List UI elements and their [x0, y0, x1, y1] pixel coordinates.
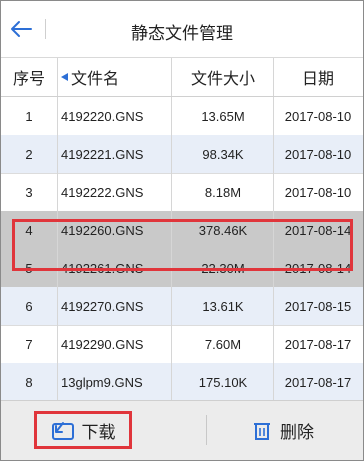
download-icon: [51, 422, 74, 440]
cell-index: 5: [25, 260, 33, 276]
table-row[interactable]: 4 4192260.GNS 378.46K 2017-08-14: [1, 211, 363, 250]
cell-date: 2017-08-14: [284, 260, 352, 276]
column-divider: [171, 287, 172, 325]
sort-arrow-icon: [61, 73, 68, 81]
cell-file-name: 4192220.GNS: [61, 108, 144, 124]
cell-file-size: 378.46K: [198, 222, 248, 238]
cell-index: 3: [25, 184, 33, 200]
column-header-date: 日期: [301, 71, 334, 88]
cell-file-size: 98.34K: [202, 146, 244, 162]
cell-index: 2: [25, 146, 33, 162]
table-row[interactable]: 6 4192270.GNS 13.61K 2017-08-15: [1, 287, 363, 326]
cell-date: 2017-08-10: [284, 108, 352, 124]
delete-button[interactable]: 删除: [251, 411, 331, 449]
cell-date: 2017-08-15: [284, 298, 352, 314]
bottom-toolbar: 下载 删除: [1, 400, 363, 460]
column-header-size: 文件大小: [190, 71, 255, 88]
cell-index: 1: [25, 108, 33, 124]
column-header-name-label: 文件名: [71, 71, 120, 88]
table-header: 序号 文件名 文件大小 日期: [1, 58, 363, 97]
file-table-body: 1 4192220.GNS 13.65M 2017-08-10 2 419222…: [1, 97, 363, 401]
column-divider: [57, 173, 58, 211]
column-divider: [171, 135, 172, 173]
toolbar-divider: [206, 415, 207, 445]
column-divider: [171, 211, 172, 249]
column-header-index: 序号: [12, 71, 45, 88]
cell-date: 2017-08-14: [284, 222, 352, 238]
download-button[interactable]: 下载: [34, 411, 132, 449]
table-row[interactable]: 2 4192221.GNS 98.34K 2017-08-10: [1, 135, 363, 174]
download-button-label: 下载: [81, 422, 116, 442]
app-window: 静态文件管理 序号 文件名 文件大小 日期 1 4192220.GNS 13.6…: [0, 0, 364, 461]
column-divider: [57, 135, 58, 173]
column-divider: [57, 363, 58, 401]
cell-index: 4: [25, 222, 33, 238]
cell-file-name: 4192270.GNS: [61, 298, 144, 314]
cell-file-name: 4192260.GNS: [61, 222, 144, 238]
cell-file-size: 175.10K: [198, 374, 248, 390]
trash-icon: [254, 423, 270, 440]
delete-button-label: 删除: [280, 422, 314, 442]
cell-file-size: 13.61K: [202, 298, 244, 314]
column-divider: [171, 363, 172, 401]
table-row[interactable]: 1 4192220.GNS 13.65M 2017-08-10: [1, 97, 363, 136]
table-row[interactable]: 3 4192222.GNS 8.18M 2017-08-10: [1, 173, 363, 212]
cell-file-name: 4192222.GNS: [61, 184, 144, 200]
column-divider: [57, 97, 58, 135]
table-row[interactable]: 7 4192290.GNS 7.60M 2017-08-17: [1, 325, 363, 364]
column-divider: [171, 97, 172, 135]
cell-file-name: 4192290.GNS: [61, 336, 144, 352]
column-divider: [57, 287, 58, 325]
cell-index: 6: [25, 298, 33, 314]
table-row[interactable]: 8 13glpm9.GNS 175.10K 2017-08-17: [1, 363, 363, 401]
cell-index: 8: [25, 374, 33, 390]
column-divider: [57, 211, 58, 249]
cell-date: 2017-08-10: [284, 184, 352, 200]
cell-file-name: 4192221.GNS: [61, 146, 144, 162]
column-divider: [171, 325, 172, 363]
cell-date: 2017-08-17: [284, 374, 352, 390]
column-divider: [57, 58, 58, 96]
cell-file-size: 13.65M: [201, 108, 245, 124]
column-divider: [171, 173, 172, 211]
cell-file-size: 22.30M: [201, 260, 245, 276]
column-divider: [57, 249, 58, 287]
column-header-name[interactable]: 文件名: [61, 58, 169, 96]
cell-file-name: 4192261.GNS: [61, 260, 144, 276]
cell-date: 2017-08-17: [284, 336, 352, 352]
cell-date: 2017-08-10: [284, 146, 352, 162]
cell-file-size: 7.60M: [204, 336, 242, 352]
title-bar: 静态文件管理: [1, 1, 363, 58]
table-row[interactable]: 5 4192261.GNS 22.30M 2017-08-14: [1, 249, 363, 288]
column-divider: [171, 249, 172, 287]
cell-file-name: 13glpm9.GNS: [61, 374, 143, 390]
cell-file-size: 8.18M: [204, 184, 242, 200]
column-divider: [171, 58, 172, 96]
page-title: 静态文件管理: [131, 24, 233, 43]
column-divider: [57, 325, 58, 363]
cell-index: 7: [25, 336, 33, 352]
